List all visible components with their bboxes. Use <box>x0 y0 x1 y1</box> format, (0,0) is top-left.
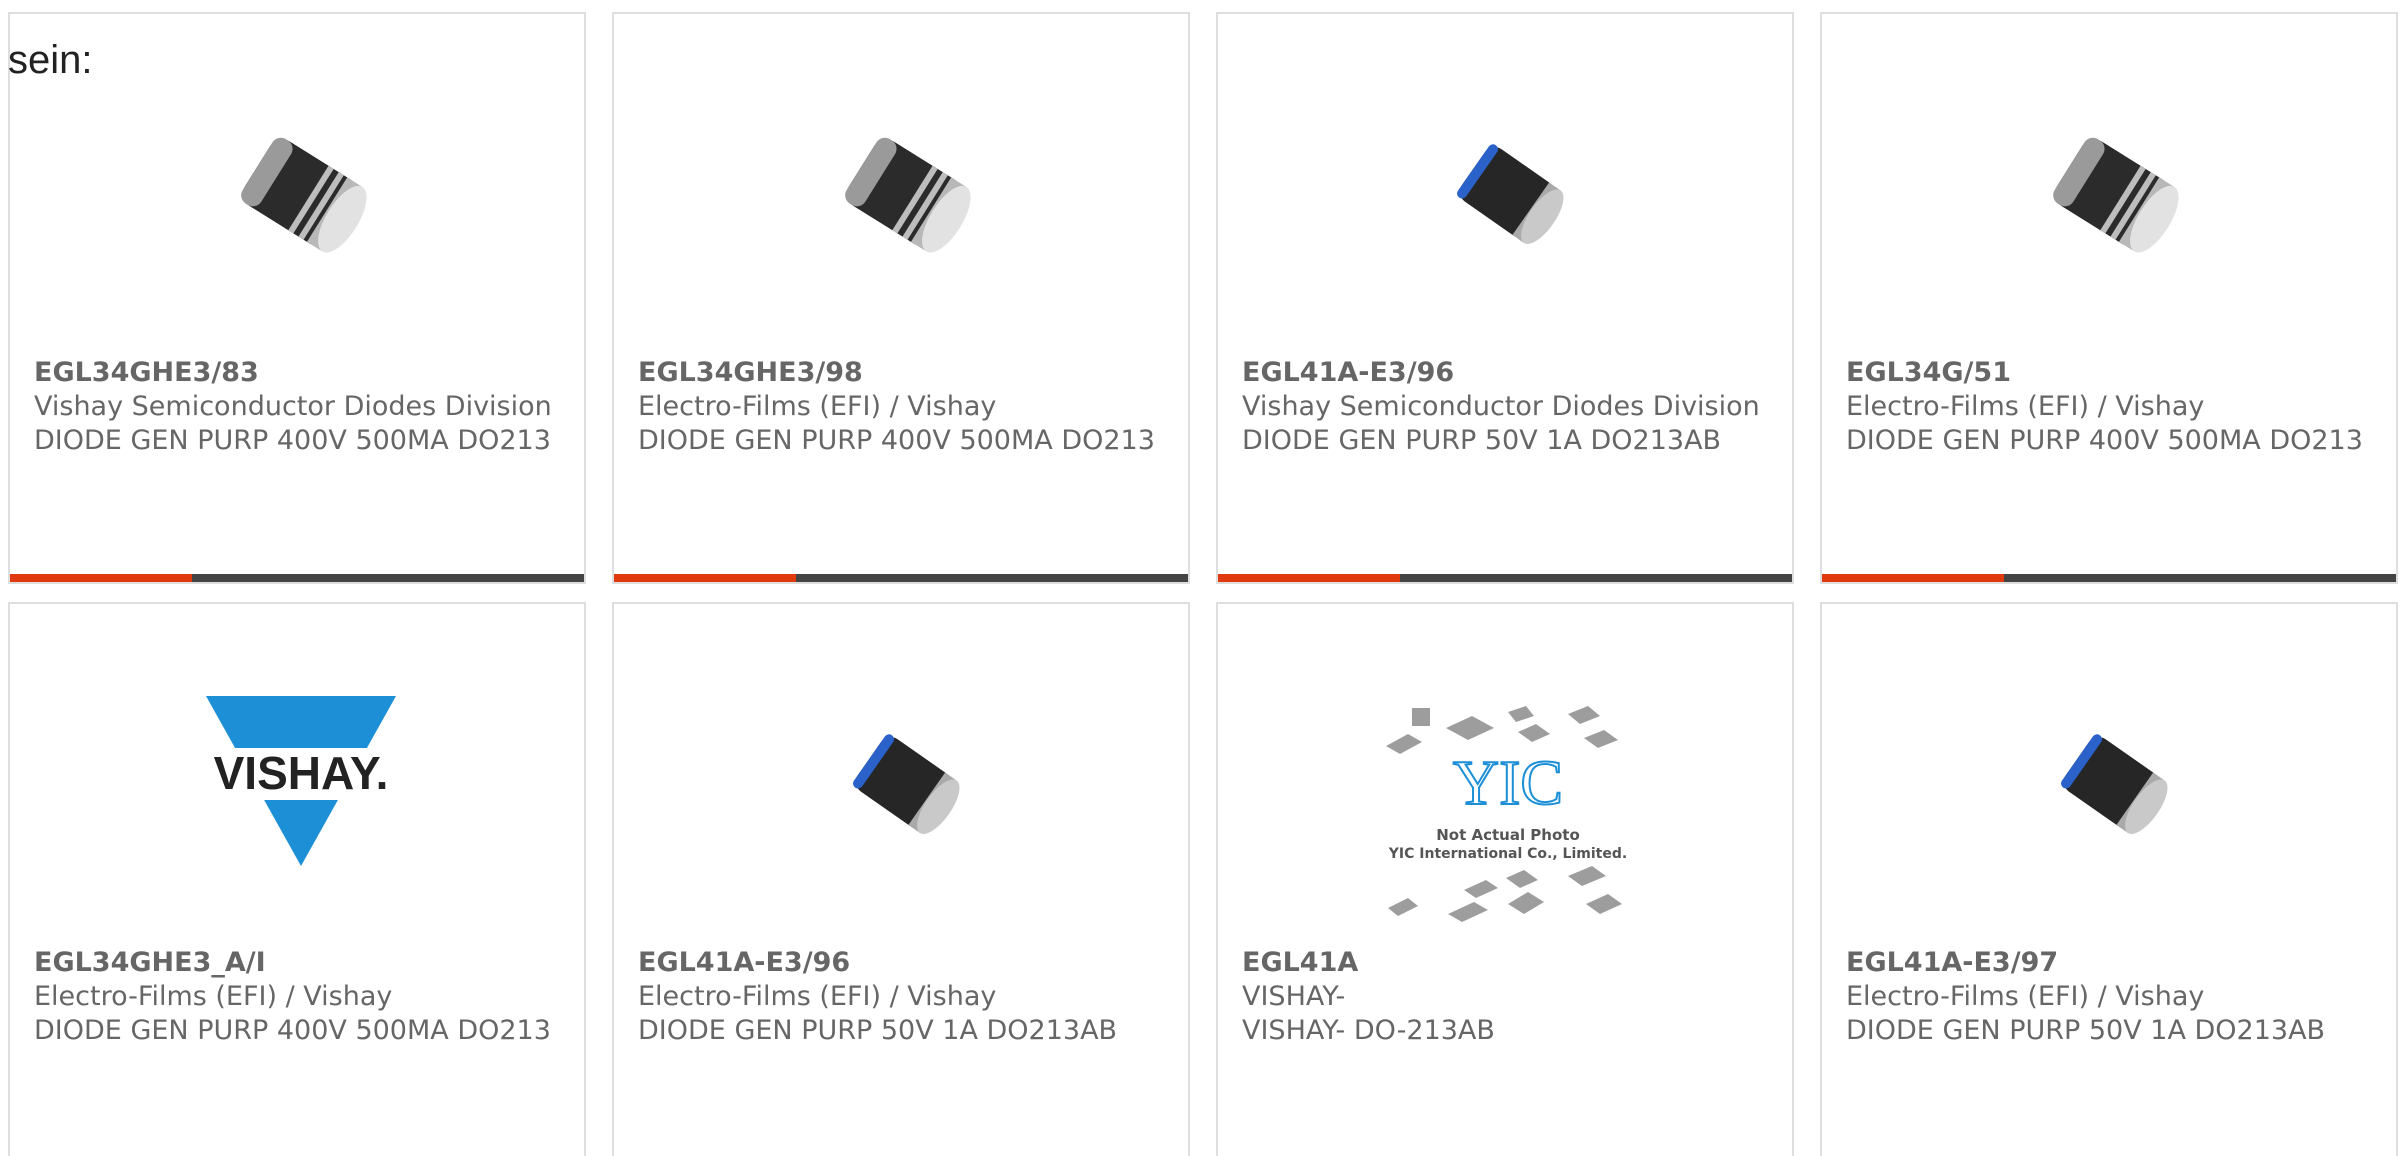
description: DIODE GEN PURP 50V 1A DO213AB <box>1846 1015 2326 1046</box>
part-number[interactable]: EGL34GHE3/98 <box>638 357 863 388</box>
part-number[interactable]: EGL41A <box>1242 947 1358 978</box>
card-bottom-bar <box>1218 574 1792 582</box>
product-card[interactable]: EGL41A-E3/96 Vishay Semiconductor Diodes… <box>1216 12 1794 584</box>
product-grid-page: sein: EGL34GHE3/83 Vishay Semiconductor … <box>0 0 2400 1156</box>
description: DIODE GEN PURP 400V 500MA DO213 <box>34 1015 551 1046</box>
manufacturer: Vishay Semiconductor Diodes Division <box>1242 391 1760 422</box>
part-number[interactable]: EGL34G/51 <box>1846 357 2011 388</box>
yic-logo: YIC <box>1453 747 1563 818</box>
diode-blue-band-icon <box>1404 86 1614 296</box>
manufacturer: Electro-Films (EFI) / Vishay <box>638 981 997 1012</box>
card-accent <box>10 574 192 582</box>
part-number[interactable]: EGL41A-E3/96 <box>1242 357 1454 388</box>
part-number[interactable]: EGL34GHE3_A/I <box>34 947 266 978</box>
diode-banded-icon <box>196 86 406 296</box>
product-card[interactable]: EGL41A-E3/97 Electro-Films (EFI) / Visha… <box>1820 602 2398 1156</box>
manufacturer: Electro-Films (EFI) / Vishay <box>1846 981 2205 1012</box>
product-card[interactable]: EGL41A-E3/96 Electro-Films (EFI) / Visha… <box>612 602 1190 1156</box>
manufacturer: VISHAY- <box>1242 981 1346 1012</box>
description: DIODE GEN PURP 400V 500MA DO213 <box>34 425 551 456</box>
card-accent <box>614 574 796 582</box>
description: DIODE GEN PURP 50V 1A DO213AB <box>1242 425 1722 456</box>
card-bottom-bar <box>614 574 1188 582</box>
description: VISHAY- DO-213AB <box>1242 1015 1495 1046</box>
vishay-logo-text: VISHAY. <box>214 747 389 799</box>
diode-blue-band-icon <box>2008 676 2218 886</box>
placeholder-line1: Not Actual Photo <box>1436 826 1580 844</box>
description: DIODE GEN PURP 400V 500MA DO213 <box>638 425 1155 456</box>
description: DIODE GEN PURP 400V 500MA DO213 <box>1846 425 2363 456</box>
product-card[interactable]: EGL34G/51 Electro-Films (EFI) / Vishay D… <box>1820 12 2398 584</box>
manufacturer: Electro-Films (EFI) / Vishay <box>1846 391 2205 422</box>
product-card[interactable]: EGL34GHE3/83 Vishay Semiconductor Diodes… <box>8 12 586 584</box>
product-card[interactable]: EGL34GHE3/98 Electro-Films (EFI) / Visha… <box>612 12 1190 584</box>
manufacturer: Electro-Films (EFI) / Vishay <box>34 981 393 1012</box>
part-number[interactable]: EGL41A-E3/96 <box>638 947 850 978</box>
manufacturer: Electro-Films (EFI) / Vishay <box>638 391 997 422</box>
card-bottom-bar <box>1822 574 2396 582</box>
vishay-logo: VISHAY. <box>196 676 406 886</box>
manufacturer: Vishay Semiconductor Diodes Division <box>34 391 552 422</box>
description: DIODE GEN PURP 50V 1A DO213AB <box>638 1015 1118 1046</box>
product-card[interactable]: YIC Not Actual Photo YIC International C… <box>1216 602 1794 1156</box>
diode-banded-icon <box>2008 86 2218 296</box>
card-bottom-bar <box>10 574 584 582</box>
card-accent <box>1822 574 2004 582</box>
yic-placeholder-image: YIC Not Actual Photo YIC International C… <box>1368 694 1648 944</box>
intro-text: sein: <box>8 38 93 82</box>
part-number[interactable]: EGL34GHE3/83 <box>34 357 259 388</box>
diode-banded-icon <box>800 86 1010 296</box>
card-accent <box>1218 574 1400 582</box>
placeholder-line2: YIC International Co., Limited. <box>1388 846 1627 862</box>
part-number[interactable]: EGL41A-E3/97 <box>1846 947 2058 978</box>
product-card[interactable]: VISHAY. EGL34GHE3_A/I Electro-Films (EFI… <box>8 602 586 1156</box>
diode-blue-band-icon <box>800 676 1010 886</box>
